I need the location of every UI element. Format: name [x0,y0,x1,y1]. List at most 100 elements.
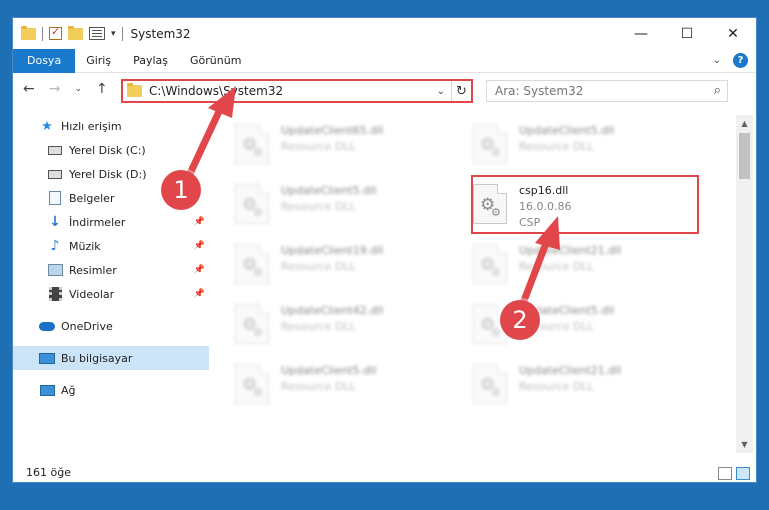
computer-icon [39,350,55,366]
music-note-icon: ♪ [50,238,60,254]
properties-list-icon[interactable] [89,27,105,40]
drive-icon [47,142,63,158]
file-item[interactable]: ⚙ ⚙ UpdateClient42.dll Resource DLL [235,298,455,350]
toolbar-divider [42,26,43,41]
dll-file-icon: ⚙ ⚙ [235,304,269,344]
window-title: System32 [130,26,191,41]
tab-share[interactable]: Paylaş [122,49,179,73]
file-item[interactable]: ⚙ ⚙ UpdateClient21.dll Resource DLL [473,358,693,410]
help-icon[interactable]: ? [733,53,748,68]
file-highlight-box [471,175,699,234]
file-item[interactable]: ⚙ ⚙ UpdateClient65.dll Resource DLL [235,118,455,170]
pin-icon[interactable]: 📌 [194,241,205,251]
maximize-button[interactable]: ☐ [664,18,710,49]
sidebar-item-quick-access[interactable]: ★ Hızlı erişim [13,114,209,138]
item-count: 161 öğe [26,466,71,479]
picture-icon [47,262,63,278]
file-name: UpdateClient5.dll [281,184,377,197]
toolbar-dropdown-icon[interactable]: ▾ [111,29,116,39]
sidebar-item-label: Videolar [69,287,115,301]
title-bar: ▾ System32 — ☐ ✕ [13,18,756,49]
file-description: Resource DLL [519,380,594,393]
sidebar-item-network[interactable]: Ağ [13,378,209,402]
dll-file-icon: ⚙ ⚙ [235,124,269,164]
recent-locations-icon[interactable]: ⌄ [74,84,82,94]
tiles-view-icon[interactable] [736,467,750,480]
dll-file-icon: ⚙ ⚙ [235,364,269,404]
sidebar-item-label: Yerel Disk (C:) [69,143,146,157]
file-item[interactable]: ⚙ ⚙ UpdateClient19.dll Resource DLL [235,238,455,290]
folder-icon [127,83,142,97]
file-name: UpdateClient5.dll [519,124,615,137]
file-item[interactable]: ⚙ ⚙ UpdateClient21.dll Resource DLL [473,238,693,290]
file-description: Resource DLL [281,200,356,213]
file-description: Resource DLL [519,140,594,153]
folder-icon [21,25,36,40]
sidebar-item-label: Bu bilgisayar [61,351,133,365]
sidebar-item-pictures[interactable]: Resimler 📌 [13,258,209,282]
sidebar-item-label: Hızlı erişim [61,119,122,133]
address-path[interactable]: C:\Windows\System32 [149,84,283,98]
ribbon-tabs: Dosya Giriş Paylaş Görünüm ⌄ ? [13,48,756,73]
close-button[interactable]: ✕ [710,18,756,49]
dll-file-icon: ⚙ ⚙ [473,124,507,164]
network-icon [39,382,55,398]
ribbon-right: ⌄ ? [713,53,748,68]
file-item[interactable]: ⚙ ⚙ UpdateClient5.dll Resource DLL [235,358,455,410]
status-bar: 161 öğe [13,464,756,482]
tab-view[interactable]: Görünüm [179,49,252,73]
search-icon[interactable]: ⌕ [714,83,721,98]
file-name: UpdateClient42.dll [281,304,384,317]
scroll-up-icon[interactable]: ▲ [736,115,753,132]
minimize-button[interactable]: — [618,18,664,49]
sidebar-item-onedrive[interactable]: OneDrive [13,314,209,338]
pin-icon[interactable]: 📌 [194,265,205,275]
file-item[interactable]: ⚙ ⚙ UpdateClient5.dll Resource DLL [473,118,693,170]
dll-file-icon: ⚙ ⚙ [235,244,269,284]
sidebar-item-label: Belgeler [69,191,115,205]
up-arrow-icon[interactable]: ↑ [96,81,108,97]
step-marker-1: 1 [161,170,201,210]
sidebar-item-label: OneDrive [61,319,113,333]
tab-home[interactable]: Giriş [75,49,122,73]
address-bar[interactable]: C:\Windows\System32 ⌄ ↻ [121,79,473,103]
sidebar-item-label: Yerel Disk (D:) [69,167,147,181]
sidebar-item-music[interactable]: ♪ Müzik 📌 [13,234,209,258]
drive-icon [47,166,63,182]
file-name: UpdateClient21.dll [519,244,622,257]
sidebar-item-downloads[interactable]: ↓ İndirmeler 📌 [13,210,209,234]
file-name: UpdateClient19.dll [281,244,384,257]
view-toggle [718,467,750,480]
expand-ribbon-icon[interactable]: ⌄ [713,55,721,66]
search-input[interactable] [495,84,705,98]
file-item[interactable]: ⚙ ⚙ UpdateClient5.dll Resource DLL [235,178,455,230]
nav-buttons: ← → ⌄ ↑ [23,81,108,97]
search-box[interactable]: ⌕ [486,80,728,102]
address-dropdown-icon[interactable]: ⌄ [437,86,445,97]
scroll-thumb[interactable] [739,133,750,179]
file-list: ⚙ ⚙ UpdateClient65.dll Resource DLL ⚙ ⚙ Up… [209,114,724,452]
scroll-down-icon[interactable]: ▼ [736,436,753,453]
file-description: Resource DLL [281,260,356,273]
vertical-scrollbar[interactable]: ▲ ▼ [736,115,753,453]
details-view-icon[interactable] [718,467,732,480]
refresh-icon[interactable]: ↻ [451,81,471,101]
toolbar-divider [121,26,123,41]
pin-icon[interactable]: 📌 [194,217,205,227]
forward-arrow-icon[interactable]: → [49,81,61,97]
file-name: UpdateClient21.dll [519,364,622,377]
back-arrow-icon[interactable]: ← [23,81,35,97]
navigation-bar: ← → ⌄ ↑ C:\Windows\System32 ⌄ ↻ ⌕ [13,77,756,105]
sidebar-item-videos[interactable]: Videolar 📌 [13,282,209,306]
pin-icon[interactable]: 📌 [194,289,205,299]
file-description: Resource DLL [281,320,356,333]
quick-access-toolbar: ▾ [21,25,123,41]
sidebar-item-label: Müzik [69,239,101,253]
sidebar-item-local-disk-c[interactable]: Yerel Disk (C:) [13,138,209,162]
sidebar-item-this-pc[interactable]: Bu bilgisayar [13,346,209,370]
tab-file[interactable]: Dosya [13,48,76,73]
download-arrow-icon: ↓ [49,214,61,230]
sidebar-item-label: Ağ [61,383,76,397]
new-folder-icon[interactable] [68,25,83,40]
properties-check-icon[interactable] [49,25,62,40]
